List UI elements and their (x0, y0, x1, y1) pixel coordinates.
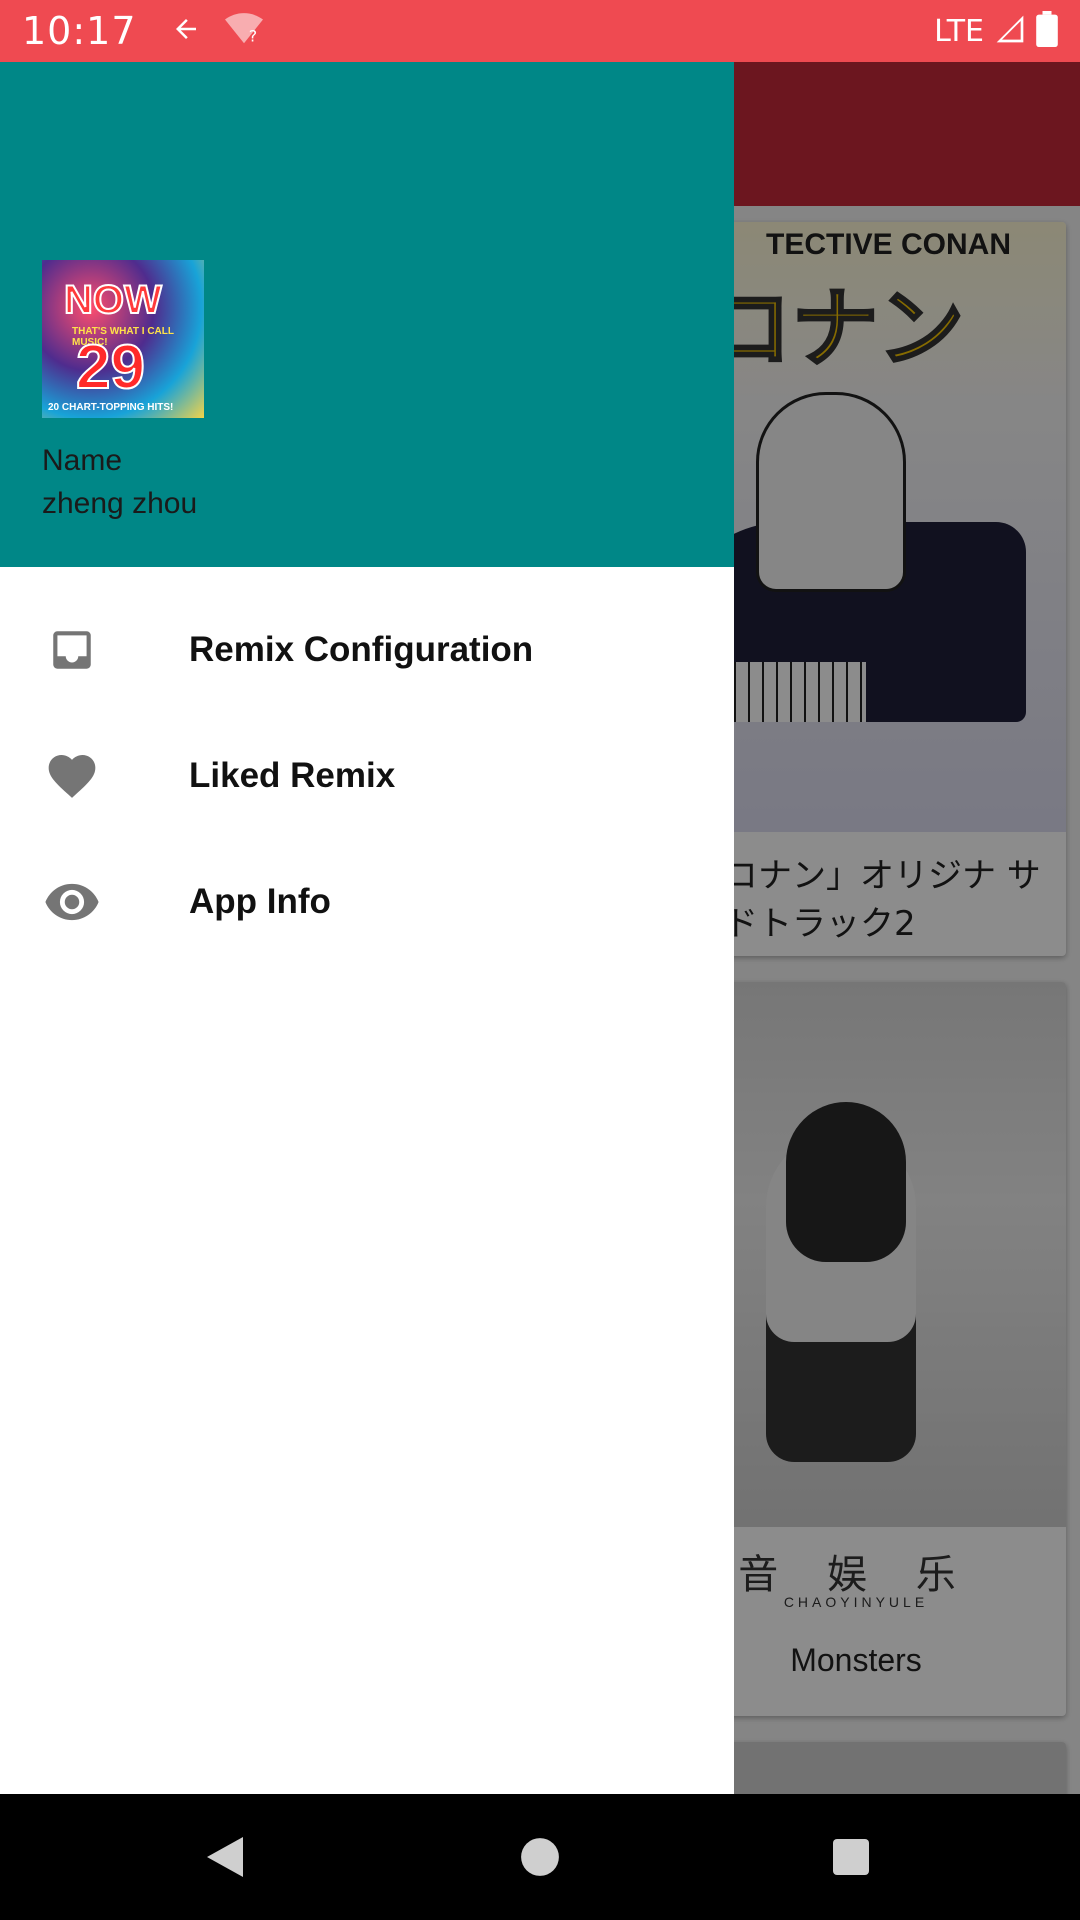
drawer-menu: Remix Configuration Liked Remix App Info (0, 567, 734, 965)
back-arrow-icon (171, 14, 201, 49)
system-nav-bar (0, 1794, 1080, 1920)
menu-item-liked-remix[interactable]: Liked Remix (0, 713, 734, 839)
heart-icon (42, 746, 102, 806)
drawer-header: NOW THAT'S WHAT I CALL MUSIC! 29 20 CHAR… (0, 62, 734, 567)
navigation-drawer: NOW THAT'S WHAT I CALL MUSIC! 29 20 CHAR… (0, 62, 734, 1794)
status-bar: 10:17 ? LTE (0, 0, 1080, 62)
avatar[interactable]: NOW THAT'S WHAT I CALL MUSIC! 29 20 CHAR… (42, 260, 204, 418)
menu-item-label: App Info (189, 882, 331, 921)
menu-item-remix-configuration[interactable]: Remix Configuration (0, 587, 734, 713)
recents-icon[interactable] (826, 1832, 876, 1882)
eye-icon (42, 872, 102, 932)
avatar-art-text: NOW (63, 277, 163, 323)
menu-item-app-info[interactable]: App Info (0, 839, 734, 965)
user-name: zheng zhou (42, 487, 198, 520)
home-icon[interactable] (515, 1832, 565, 1882)
wifi-unknown-icon: ? (224, 12, 263, 50)
status-time: 10:17 (22, 9, 137, 53)
avatar-art-foot: 20 CHART-TOPPING HITS! (48, 402, 174, 413)
network-type: LTE (934, 13, 984, 49)
avatar-art-number: 29 (75, 332, 146, 403)
menu-item-label: Remix Configuration (189, 630, 534, 669)
menu-item-label: Liked Remix (189, 756, 396, 795)
signal-icon (994, 13, 1026, 50)
back-icon[interactable] (200, 1832, 250, 1882)
name-label: Name (42, 444, 123, 477)
svg-text:?: ? (248, 26, 256, 44)
battery-icon (1036, 10, 1058, 52)
inbox-icon (42, 620, 102, 680)
